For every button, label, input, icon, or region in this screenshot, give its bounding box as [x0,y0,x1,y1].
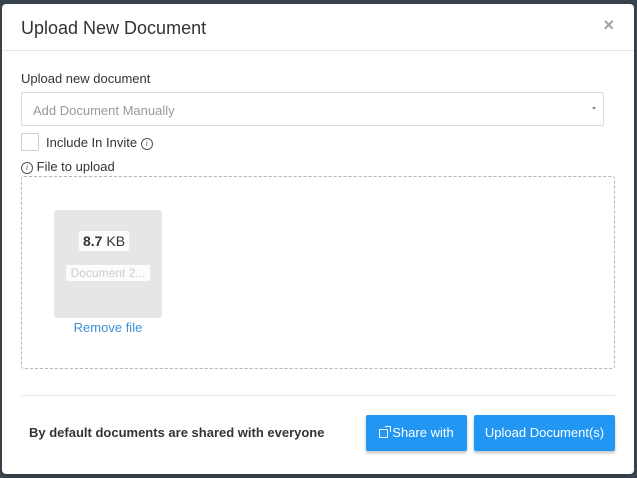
include-in-invite-text: Include In Invite [46,135,138,150]
file-size: 8.7 KB [79,231,130,251]
share-with-label: Share with [392,425,454,440]
document-type-select[interactable]: Add Document Manually [21,92,604,126]
document-type-select-value: Add Document Manually [33,103,175,118]
file-size-value: 8.7 [83,233,103,249]
info-icon: i [140,138,153,150]
include-in-invite-checkbox[interactable] [21,133,39,151]
footer-divider [21,395,615,396]
file-to-upload-label: i File to upload [21,159,115,174]
upload-documents-button[interactable]: Upload Document(s) [474,415,615,451]
chevron-down-icon [592,107,596,110]
file-to-upload-text: File to upload [36,159,115,174]
file-size-unit: KB [106,233,126,249]
share-with-button[interactable]: Share with [366,415,467,451]
upload-document-modal: Upload New Document × Upload new documen… [2,4,634,474]
share-icon [379,426,392,438]
close-icon[interactable]: × [603,16,614,34]
file-dropzone[interactable]: 8.7 KB Document 2... Remove file [21,176,615,369]
remove-file-link[interactable]: Remove file [54,320,162,335]
file-name: Document 2... [66,265,150,281]
sharing-note: By default documents are shared with eve… [29,425,325,440]
info-icon: i [21,162,33,174]
file-preview: 8.7 KB Document 2... [54,210,162,318]
include-in-invite-label[interactable]: Include In Invite i [46,135,153,150]
upload-document-label: Upload new document [21,71,151,86]
modal-title: Upload New Document [21,18,207,38]
modal-header: Upload New Document × [2,4,634,51]
